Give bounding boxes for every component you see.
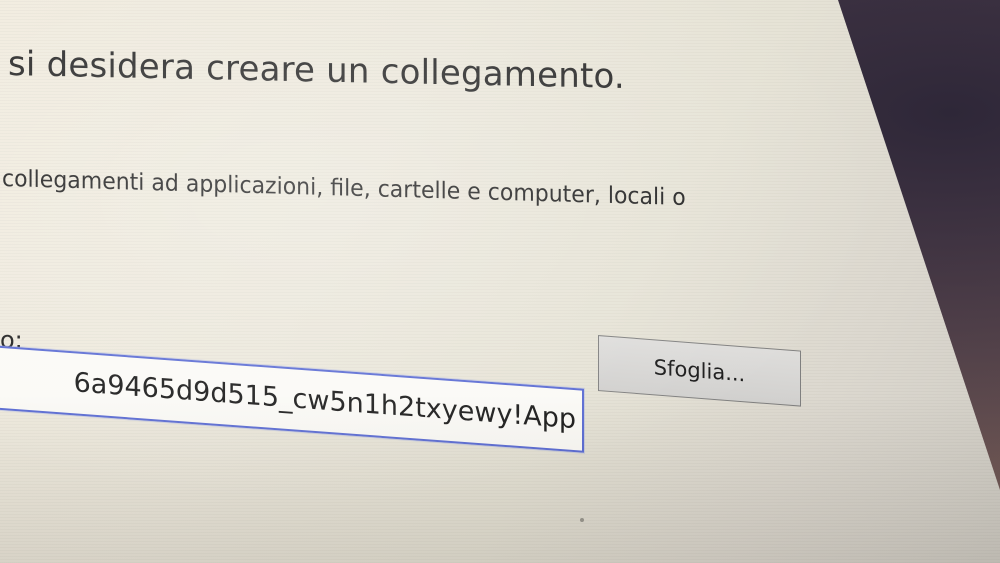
dialog-heading: si desidera creare un collegamento. bbox=[8, 44, 625, 97]
browse-button[interactable]: Sfoglia... bbox=[598, 335, 801, 407]
create-shortcut-dialog: si desidera creare un collegamento. coll… bbox=[0, 0, 1000, 563]
location-input[interactable]: 6a9465d9d515_cw5n1h2txyewy!App bbox=[0, 345, 584, 453]
screen-dust-speck bbox=[580, 518, 584, 522]
dialog-description: collegamenti ad applicazioni, file, cart… bbox=[2, 166, 686, 212]
